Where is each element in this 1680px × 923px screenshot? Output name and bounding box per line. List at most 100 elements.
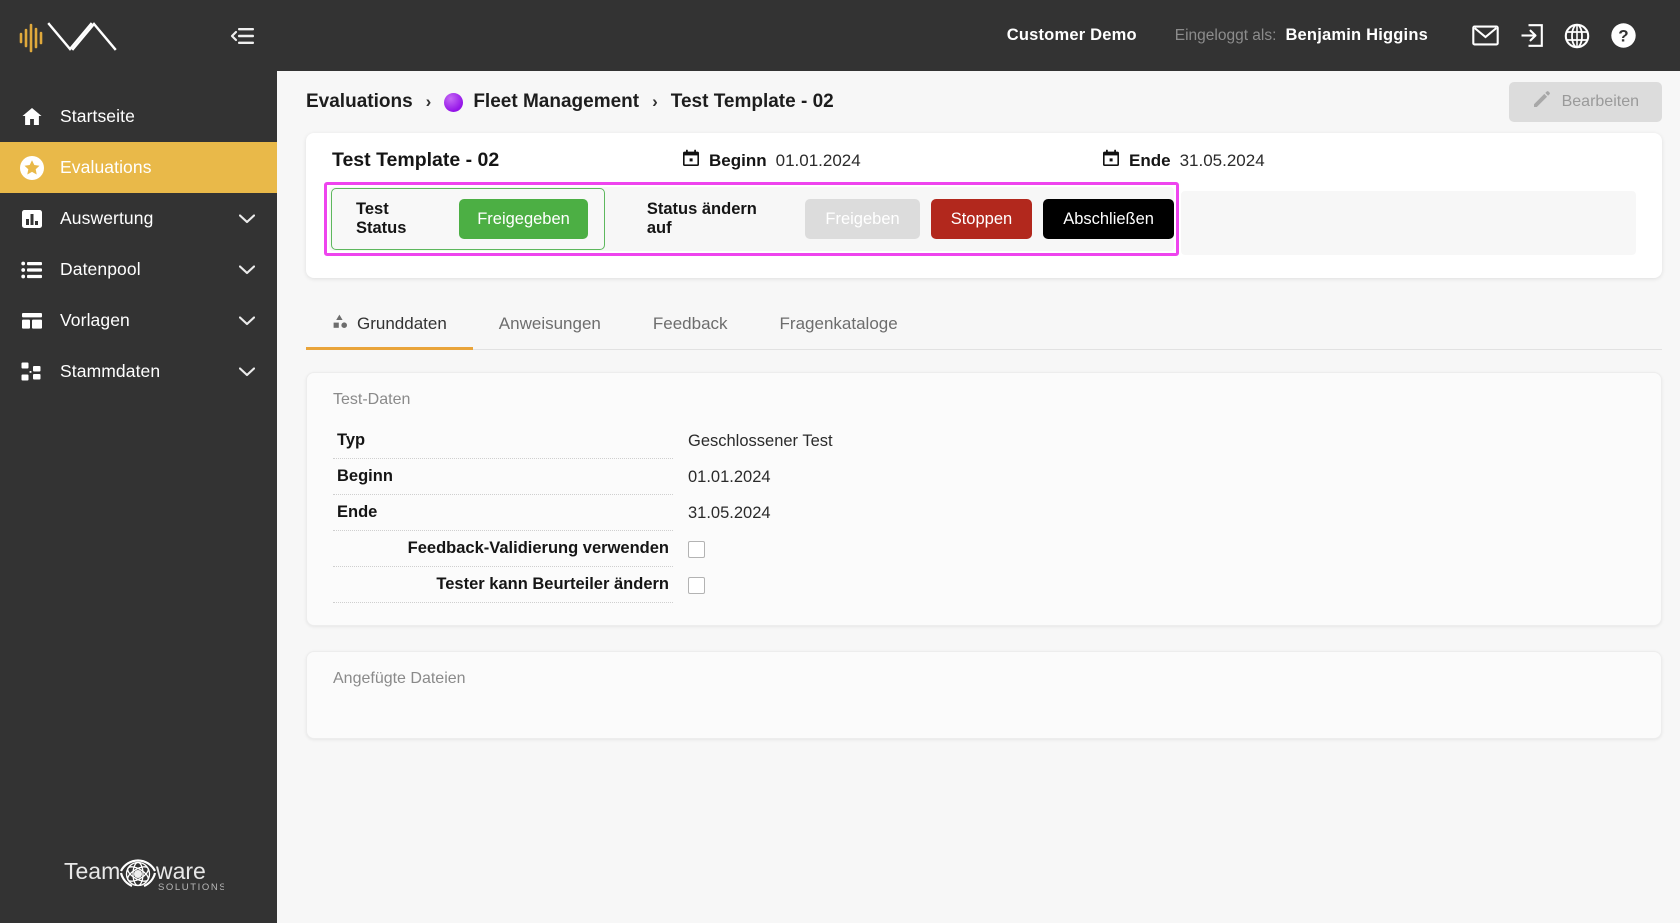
logged-in-label: Eingeloggt als:	[1174, 26, 1277, 44]
table-row: Tester kann Beurteiler ändern	[333, 567, 1635, 603]
status-card-header: Test Template - 02 Beginn 01.01.2024 End…	[306, 133, 1662, 182]
tab-fragenkataloge[interactable]: Fragenkataloge	[754, 300, 924, 350]
end-label: Ende	[1129, 150, 1171, 170]
app-root: Startseite Evaluations Auswertung Datenp…	[0, 0, 1680, 923]
project-color-dot	[444, 92, 464, 112]
sidebar-item-label: Evaluations	[60, 157, 152, 177]
row-key: Feedback-Validierung verwenden	[333, 531, 673, 567]
row-key: Ende	[333, 495, 673, 531]
breadcrumb-item-fleet-management[interactable]: Fleet Management	[444, 91, 639, 113]
star-icon	[18, 154, 45, 181]
chevron-down-icon[interactable]	[238, 208, 256, 229]
calendar-icon	[1102, 149, 1120, 172]
table-row: Ende 31.05.2024	[333, 495, 1635, 531]
begin-value: 01.01.2024	[775, 150, 861, 170]
table-row: Beginn 01.01.2024	[333, 459, 1635, 495]
breadcrumb: Evaluations › Fleet Management › Test Te…	[277, 71, 1680, 133]
tab-bar: Grunddaten Anweisungen Feedback Fragenka…	[306, 300, 1662, 350]
home-icon	[18, 103, 45, 130]
table-row: Feedback-Validierung verwenden	[333, 531, 1635, 567]
table-row: Typ Geschlossener Test	[333, 423, 1635, 459]
teamware-solutions-logo: Team ware SOLUTIONS	[0, 839, 277, 923]
test-status-value[interactable]: Freigegeben	[459, 199, 588, 239]
sidebar-header	[0, 0, 277, 71]
svg-text:Team: Team	[64, 858, 120, 884]
status-highlight-box: Test Status Freigegeben Status ändern au…	[324, 182, 1179, 256]
breadcrumb-item-label: Fleet Management	[473, 91, 640, 112]
logout-icon[interactable]	[1508, 13, 1554, 59]
sidebar-item-stammdaten[interactable]: Stammdaten	[0, 346, 277, 397]
row-value: Geschlossener Test	[688, 431, 833, 450]
customer-name: Customer Demo	[1006, 26, 1137, 44]
test-status-label: Test Status	[356, 200, 407, 237]
tester-beurteiler-checkbox[interactable]	[688, 576, 705, 594]
edit-button[interactable]: Bearbeiten	[1508, 82, 1662, 122]
row-key: Beginn	[333, 459, 673, 495]
tab-label: Grunddaten	[357, 313, 447, 333]
status-action-bar: Test Status Freigegeben Status ändern au…	[329, 187, 1174, 251]
sidebar-item-label: Vorlagen	[60, 310, 130, 330]
row-key: Tester kann Beurteiler ändern	[333, 567, 673, 603]
calendar-icon	[682, 149, 700, 172]
svg-text:SOLUTIONS: SOLUTIONS	[158, 882, 224, 893]
status-action-buttons: Freigeben Stoppen Abschließen	[805, 199, 1174, 239]
attached-files-panel: Angefügte Dateien	[306, 651, 1662, 739]
chevron-down-icon[interactable]	[238, 361, 256, 382]
feedback-validierung-checkbox[interactable]	[688, 540, 705, 558]
row-value: 01.01.2024	[688, 467, 771, 486]
tab-feedback[interactable]: Feedback	[627, 300, 754, 350]
tab-label: Anweisungen	[498, 313, 601, 333]
begin-label: Beginn	[709, 150, 767, 170]
top-bar: Customer Demo Eingeloggt als: Benjamin H…	[277, 0, 1680, 71]
abschliessen-button[interactable]: Abschließen	[1043, 199, 1174, 239]
sidebar-item-label: Stammdaten	[60, 361, 161, 381]
status-change-label: Status ändern auf	[646, 200, 757, 237]
tab-label: Feedback	[652, 313, 728, 333]
sidebar-nav: Startseite Evaluations Auswertung Datenp…	[0, 91, 277, 397]
chevron-down-icon[interactable]	[238, 259, 256, 280]
test-data-panel: Test-Daten Typ Geschlossener Test Beginn…	[306, 372, 1662, 626]
sidebar-item-evaluations[interactable]: Evaluations	[0, 142, 277, 193]
sidebar-item-auswertung[interactable]: Auswertung	[0, 193, 277, 244]
sidebar: Startseite Evaluations Auswertung Datenp…	[0, 0, 277, 923]
sidebar-item-label: Datenpool	[60, 259, 141, 279]
collapse-sidebar-icon[interactable]	[229, 26, 255, 46]
sidebar-item-vorlagen[interactable]: Vorlagen	[0, 295, 277, 346]
pencil-icon	[1532, 90, 1551, 114]
bar-chart-icon	[18, 205, 45, 232]
tab-anweisungen[interactable]: Anweisungen	[473, 300, 627, 350]
svg-text:ware: ware	[155, 858, 206, 884]
breadcrumb-item-evaluations[interactable]: Evaluations	[306, 91, 413, 113]
sidebar-item-label: Startseite	[60, 106, 135, 126]
breadcrumb-separator: ›	[652, 92, 658, 111]
end-value: 31.05.2024	[1179, 150, 1265, 170]
svg-text:?: ?	[1618, 27, 1628, 46]
row-value: 31.05.2024	[688, 503, 771, 522]
mva-waveform-logo	[18, 16, 123, 56]
shapes-icon	[332, 313, 348, 334]
stoppen-button[interactable]: Stoppen	[930, 199, 1033, 239]
edit-button-label: Bearbeiten	[1561, 93, 1639, 110]
end-date-field: Ende 31.05.2024	[1102, 149, 1265, 172]
status-card: Test Template - 02 Beginn 01.01.2024 End…	[306, 133, 1662, 278]
status-bar-filler	[1181, 191, 1636, 255]
status-card-title: Test Template - 02	[332, 149, 500, 171]
attached-files-panel-title: Angefügte Dateien	[333, 670, 466, 687]
chevron-down-icon[interactable]	[238, 310, 256, 331]
test-data-table: Typ Geschlossener Test Beginn 01.01.2024…	[333, 423, 1635, 603]
help-icon[interactable]: ?	[1600, 13, 1646, 59]
hierarchy-icon	[18, 358, 45, 385]
sidebar-item-label: Auswertung	[60, 208, 154, 228]
begin-date-field: Beginn 01.01.2024	[682, 149, 1102, 172]
tab-grunddaten[interactable]: Grunddaten	[306, 300, 473, 350]
username: Benjamin Higgins	[1285, 26, 1428, 44]
tab-label: Fragenkataloge	[779, 313, 898, 333]
freigeben-button[interactable]: Freigeben	[805, 199, 920, 239]
breadcrumb-item-current: Test Template - 02	[670, 91, 834, 112]
mail-icon[interactable]	[1462, 13, 1508, 59]
row-key: Typ	[333, 423, 673, 459]
breadcrumb-separator: ›	[425, 92, 432, 111]
globe-icon[interactable]	[1554, 13, 1600, 59]
sidebar-item-startseite[interactable]: Startseite	[0, 91, 277, 142]
sidebar-item-datenpool[interactable]: Datenpool	[0, 244, 277, 295]
